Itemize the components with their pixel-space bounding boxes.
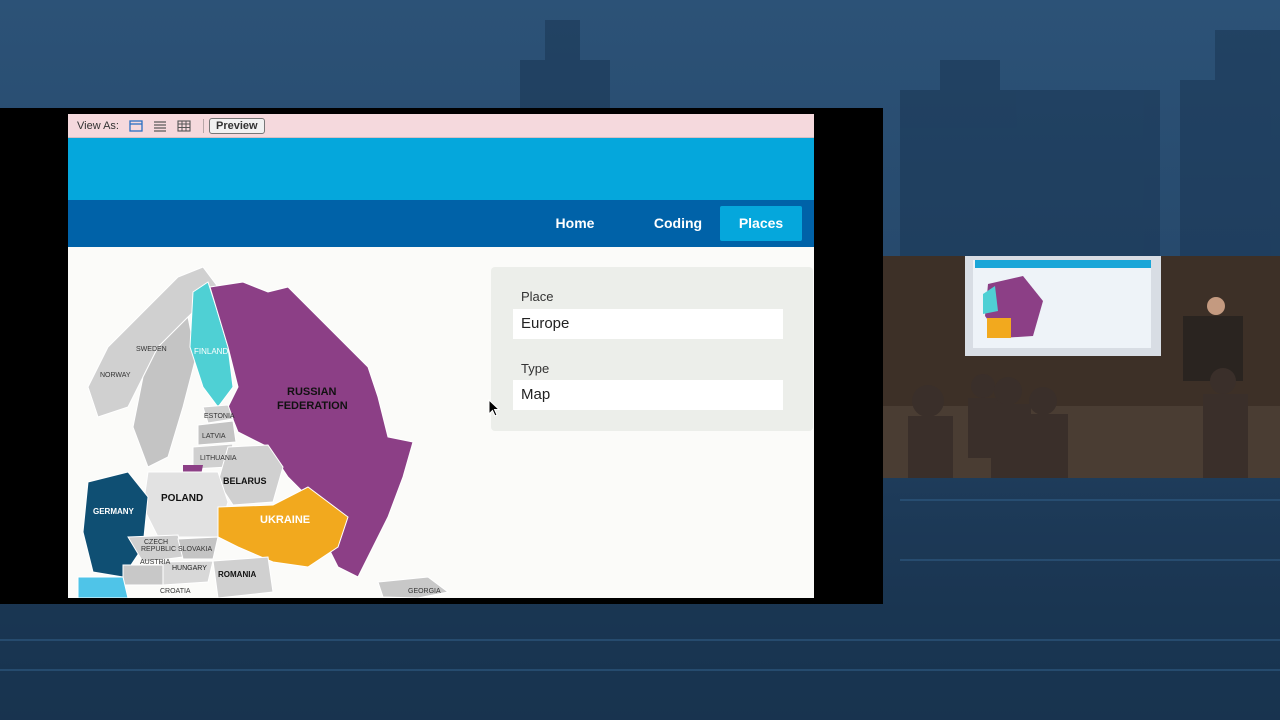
toolbar-divider: [203, 118, 204, 133]
label-russia-1: RUSSIAN: [287, 386, 337, 398]
list-view-icon[interactable]: [153, 120, 167, 132]
map-austria: [122, 564, 164, 586]
label-hungary: HUNGARY: [172, 565, 207, 572]
label-sweden: SWEDEN: [136, 346, 167, 353]
label-croatia: CROATIA: [160, 588, 191, 595]
map-poland: [142, 471, 229, 538]
map-belarus: [217, 444, 284, 506]
label-czech-1: CZECH: [144, 539, 168, 546]
place-label: Place: [521, 289, 554, 304]
nav-places[interactable]: Places: [720, 206, 802, 241]
label-lithuania: LITHUANIA: [200, 455, 237, 462]
label-germany: GERMANY: [93, 507, 135, 516]
view-as-label: View As:: [77, 119, 119, 132]
speaker-camera-inset: [883, 256, 1280, 478]
type-field[interactable]: Map: [513, 380, 783, 410]
label-romania: ROMANIA: [218, 570, 256, 579]
label-norway: NORWAY: [100, 372, 131, 379]
label-russia-2: FEDERATION: [277, 400, 348, 412]
label-belarus: BELARUS: [223, 476, 267, 486]
label-georgia: GEORGIA: [408, 588, 441, 595]
label-latvia: LATVIA: [202, 433, 226, 440]
label-austria: AUSTRIA: [140, 559, 171, 566]
label-finland: FINLAND: [194, 347, 228, 356]
label-estonia: ESTONIA: [204, 413, 235, 420]
mouse-pointer-icon: [488, 398, 501, 422]
browser-screen: View As: Preview Home Coding Places NORW…: [68, 114, 814, 598]
header-band: [68, 138, 814, 200]
nav-bar: Home Coding Places: [68, 200, 814, 247]
detail-panel: Place Europe Type Map: [491, 267, 813, 431]
map-switzerland: [77, 576, 129, 598]
label-slovakia: SLOVAKIA: [178, 546, 212, 553]
preview-button[interactable]: Preview: [209, 117, 265, 134]
nav-home[interactable]: Home: [538, 206, 612, 241]
label-poland: POLAND: [161, 493, 203, 504]
view-toolbar: View As: Preview: [68, 114, 814, 138]
nav-coding[interactable]: Coding: [634, 206, 722, 241]
map-germany: [82, 471, 149, 578]
europe-map: NORWAY SWEDEN ESTONIA LATVIA LITHUANIA S…: [68, 247, 488, 598]
table-view-icon[interactable]: [177, 119, 191, 132]
place-field[interactable]: Europe: [513, 309, 783, 339]
label-czech-2: REPUBLIC: [141, 546, 176, 553]
type-label: Type: [521, 361, 550, 376]
label-ukraine: UKRAINE: [260, 514, 310, 526]
form-view-icon[interactable]: [129, 119, 143, 132]
